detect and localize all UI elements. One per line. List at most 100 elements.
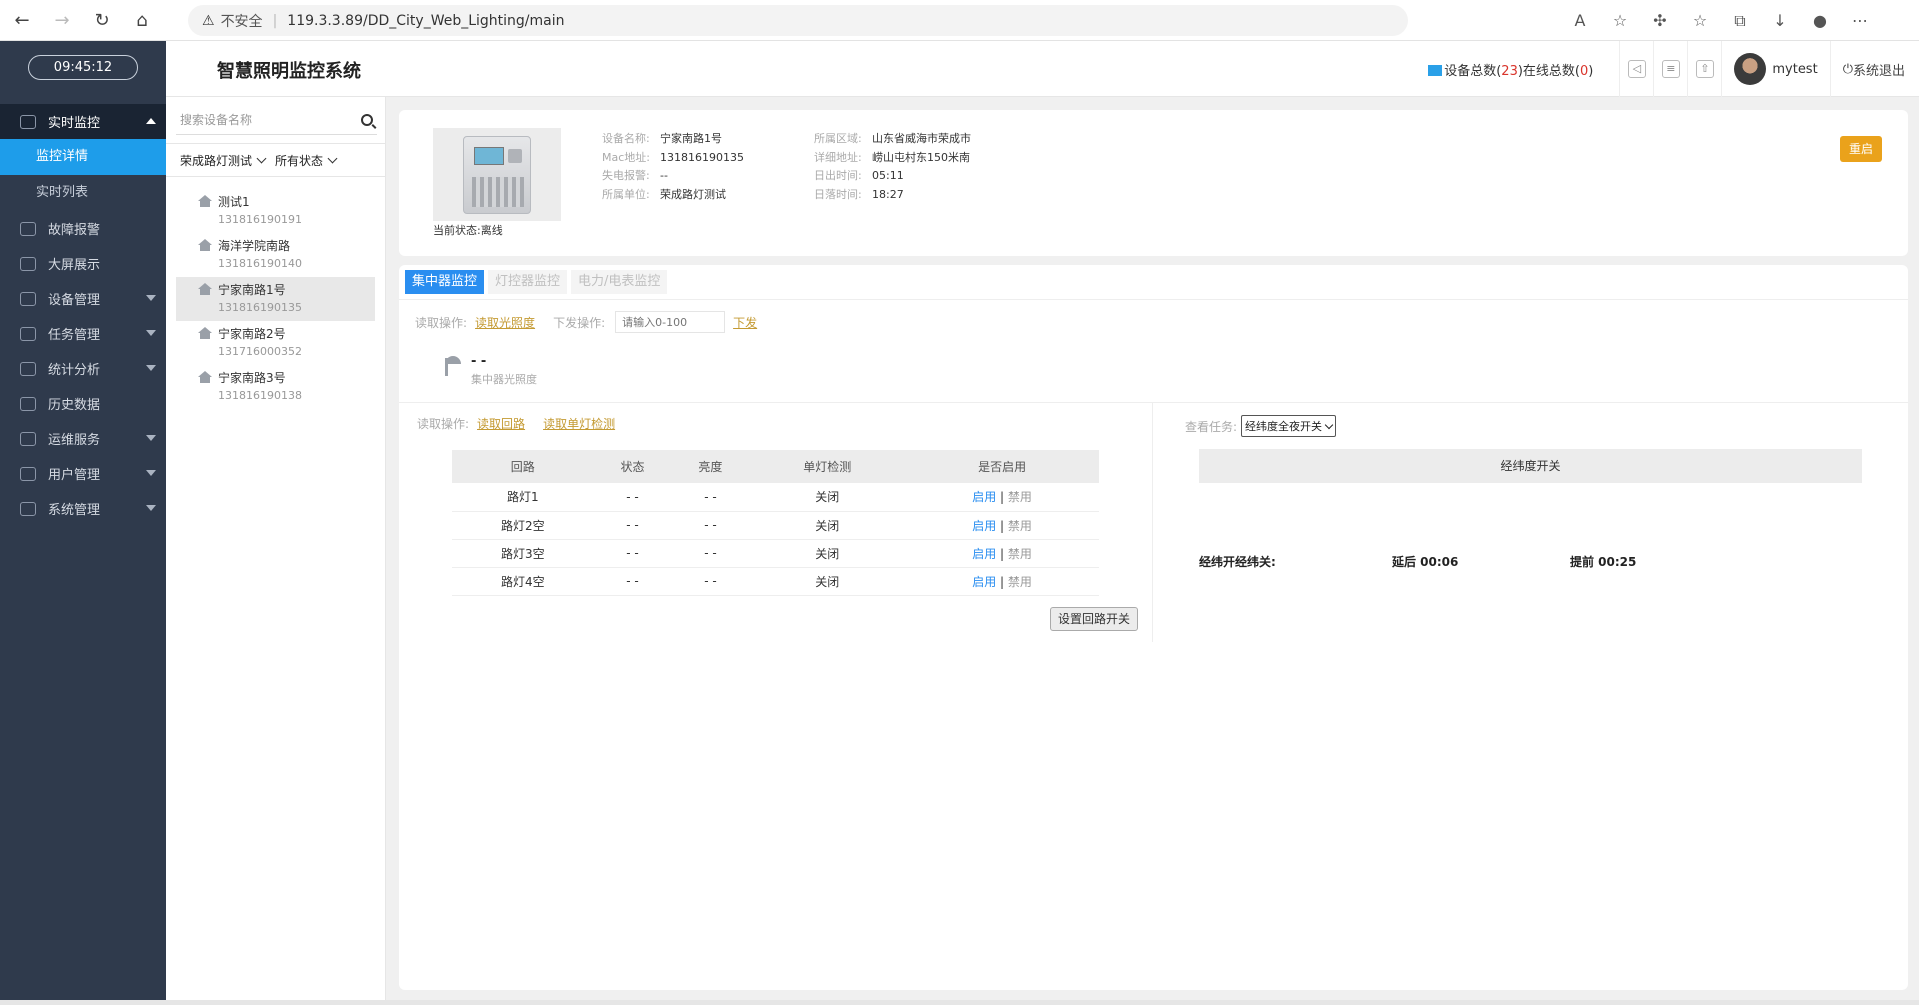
- loop-enable-cell: 启用 | 禁用: [905, 539, 1099, 568]
- user-menu[interactable]: mytest: [1721, 41, 1829, 97]
- lux-operations: 读取操作: 读取光照度 下发操作: 下发: [415, 311, 775, 333]
- group-select[interactable]: 荣成路灯测试: [180, 152, 265, 169]
- search-icon[interactable]: [361, 113, 373, 126]
- sidebar-item-users[interactable]: 用户管理: [0, 456, 166, 491]
- tab-lamp-controller[interactable]: 灯控器监控: [488, 270, 568, 294]
- sidebar-item-alarm[interactable]: 故障报警: [0, 211, 166, 246]
- sidebar-item-realtime[interactable]: 实时监控: [0, 104, 166, 139]
- tab-power-meter[interactable]: 电力/电表监控: [571, 270, 668, 294]
- browser-actions: A ☆ ✣ ☆ ⧉ ↓ ● ⋯: [1560, 0, 1880, 41]
- profile-icon[interactable]: ●: [1800, 11, 1840, 30]
- home-icon[interactable]: ⌂: [124, 4, 160, 36]
- set-loop-switch-button[interactable]: 设置回路开关: [1050, 607, 1139, 631]
- restart-button[interactable]: 重启: [1840, 136, 1882, 162]
- sidebar-item-label: 实时监控: [48, 116, 101, 131]
- user-icon: [20, 466, 36, 481]
- list-item[interactable]: 测试1 131816190191: [176, 189, 375, 233]
- send-link[interactable]: 下发: [733, 314, 757, 331]
- sound-button[interactable]: ◁: [1619, 41, 1653, 97]
- sidebar-item-bigscreen[interactable]: 大屏展示: [0, 246, 166, 281]
- list-item[interactable]: 宁家南路2号 131716000352: [176, 321, 375, 365]
- reload-icon[interactable]: ↻: [84, 4, 120, 36]
- device-mac: 131816190135: [218, 301, 302, 314]
- sidebar-item-task[interactable]: 任务管理: [0, 316, 166, 351]
- lux-display: - - 集中器光照度: [441, 354, 537, 387]
- lux-input[interactable]: [615, 311, 726, 333]
- clock: 09:45:12: [28, 55, 138, 80]
- read-single-link[interactable]: 读取单灯检测: [543, 415, 615, 432]
- chevron-down-icon: [146, 365, 156, 371]
- device-name: 海洋学院南路: [218, 239, 291, 253]
- sidebar-item-label: 故障报警: [48, 223, 101, 238]
- favorites-icon[interactable]: ☆: [1680, 11, 1720, 30]
- enable-link[interactable]: 启用: [972, 519, 996, 533]
- enable-link[interactable]: 启用: [972, 547, 996, 561]
- sidebar-item-label: 大屏展示: [48, 258, 101, 273]
- back-icon[interactable]: ←: [4, 4, 40, 36]
- read-label: 读取操作:: [417, 417, 470, 431]
- sidebar-item-label: 运维服务: [48, 433, 101, 448]
- search-input[interactable]: 搜索设备名称: [180, 111, 252, 128]
- monitor-tabs: 集中器监控 灯控器监控 电力/电表监控: [405, 270, 671, 294]
- column-header: 状态: [593, 450, 672, 483]
- device-mac: 131816190191: [218, 213, 302, 226]
- loop-enable-cell: 启用 | 禁用: [905, 511, 1099, 540]
- device-search[interactable]: 搜索设备名称: [176, 105, 377, 135]
- sidebar-item-history[interactable]: 历史数据: [0, 386, 166, 421]
- divider: [1152, 402, 1153, 642]
- loop-state: - -: [593, 567, 672, 596]
- address-bar[interactable]: ⚠ 不安全 | 119.3.3.89/DD_City_Web_Lighting/…: [188, 5, 1408, 36]
- table-row: 路灯4空 - - - - 关闭 启用 | 禁用: [452, 567, 1099, 596]
- more-icon[interactable]: ⋯: [1840, 11, 1880, 30]
- device-name: 测试1: [218, 195, 250, 209]
- sidebar-item-service[interactable]: 运维服务: [0, 421, 166, 456]
- disable-link[interactable]: 禁用: [1008, 575, 1032, 589]
- list-item-selected[interactable]: 宁家南路1号 131816190135: [176, 277, 375, 321]
- sidebar-sub-detail[interactable]: 监控详情: [0, 139, 166, 175]
- status-select[interactable]: 所有状态: [275, 152, 336, 169]
- pipe: |: [1000, 518, 1005, 533]
- disable-link[interactable]: 禁用: [1008, 547, 1032, 561]
- enable-link[interactable]: 启用: [972, 575, 996, 589]
- doc-button[interactable]: ≡: [1653, 41, 1687, 97]
- list-item[interactable]: 海洋学院南路 131816190140: [176, 233, 375, 277]
- divider: [399, 402, 1908, 403]
- loop-state: - -: [593, 511, 672, 540]
- home-icon: [198, 195, 212, 207]
- address-separator: |: [272, 12, 278, 29]
- tab-concentrator[interactable]: 集中器监控: [405, 270, 485, 294]
- home-icon: [198, 371, 212, 383]
- logout-button[interactable]: ⏻ 系统退出: [1829, 41, 1919, 97]
- read-lux-link[interactable]: 读取光照度: [475, 314, 535, 331]
- loop-enable-cell: 启用 | 禁用: [905, 483, 1099, 512]
- read-aloud-icon[interactable]: A: [1560, 11, 1600, 30]
- task-select[interactable]: 经纬度全夜开关: [1241, 415, 1337, 437]
- device-mac: 131716000352: [218, 345, 302, 358]
- upload-button[interactable]: ⇧: [1687, 41, 1721, 97]
- sidebar-sub-list[interactable]: 实时列表: [0, 175, 166, 211]
- sidebar-item-label: 用户管理: [48, 468, 101, 483]
- collections-icon[interactable]: ⧉: [1720, 11, 1760, 31]
- column-header: 是否启用: [905, 450, 1099, 483]
- loop-table: 回路 状态 亮度 单灯检测 是否启用 路灯1 - - - - 关闭 启用 | 禁…: [452, 450, 1099, 596]
- sidebar-item-stats[interactable]: 统计分析: [0, 351, 166, 386]
- history-icon: [20, 396, 36, 411]
- extensions-icon[interactable]: ✣: [1640, 11, 1680, 30]
- favorite-add-icon[interactable]: ☆: [1600, 11, 1640, 30]
- sidebar-item-system[interactable]: 系统管理: [0, 491, 166, 526]
- device-info-card: 当前状态:离线 设备名称: 宁家南路1号 Mac地址: 131816190135 失…: [399, 110, 1908, 256]
- disable-link[interactable]: 禁用: [1008, 519, 1032, 533]
- app-header: 智慧照明监控系统 设备总数(23)在线总数(0) ◁ ≡ ⇧ mytest ⏻ 系…: [166, 41, 1919, 97]
- download-icon[interactable]: ↓: [1760, 11, 1800, 30]
- list-item[interactable]: 宁家南路3号 131816190138: [176, 365, 375, 409]
- disable-link[interactable]: 禁用: [1008, 490, 1032, 504]
- security-label: 不安全: [220, 13, 263, 30]
- info-value: 05:11: [872, 169, 904, 182]
- forward-icon[interactable]: →: [44, 4, 80, 36]
- read-loop-link[interactable]: 读取回路: [477, 415, 525, 432]
- sidebar-item-device[interactable]: 设备管理: [0, 281, 166, 316]
- username: mytest: [1772, 61, 1818, 77]
- enable-link[interactable]: 启用: [972, 490, 996, 504]
- read-label: 读取操作:: [415, 315, 468, 330]
- sidebar-item-label: 设备管理: [48, 293, 101, 308]
